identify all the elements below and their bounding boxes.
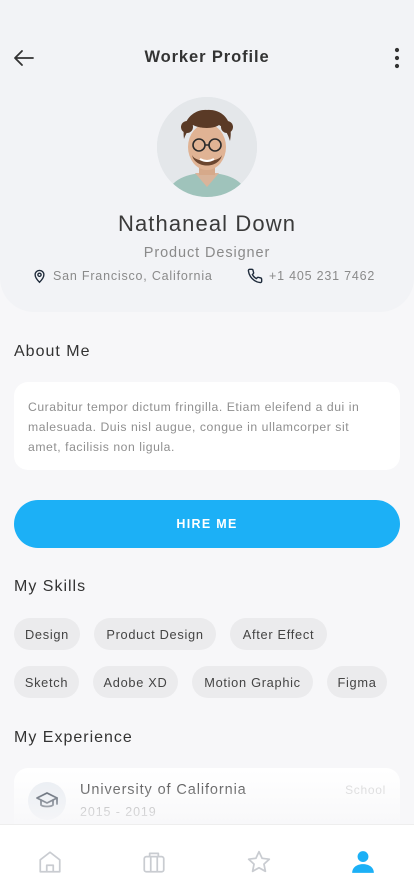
nav-favorites[interactable]: [244, 847, 274, 877]
skill-chip-after-effect[interactable]: After Effect: [230, 618, 327, 650]
skill-chip-figma[interactable]: Figma: [327, 666, 387, 698]
nav-home[interactable]: [35, 847, 65, 877]
star-icon: [247, 850, 271, 873]
map-pin-icon: [34, 269, 45, 284]
profile-icon: [352, 851, 374, 873]
experience-title-text: University of California: [80, 782, 247, 798]
phone-icon: [247, 268, 263, 284]
skill-chip-sketch[interactable]: Sketch: [14, 666, 79, 698]
skills-title: My Skills: [14, 578, 87, 595]
avatar: [157, 97, 257, 197]
phone-text: +1 405 231 7462: [269, 269, 376, 283]
profile-role: Product Designer: [143, 245, 271, 261]
profile-name: Nathaneal Down: [117, 211, 297, 236]
home-icon: [39, 851, 61, 873]
more-vertical-icon: [394, 47, 400, 69]
skill-chip-motion-graphic[interactable]: Motion Graphic: [192, 666, 313, 698]
more-options-button[interactable]: [382, 42, 412, 74]
nav-profile[interactable]: [348, 847, 378, 877]
about-title: About Me: [14, 343, 91, 360]
briefcase-icon: [143, 852, 165, 873]
experience-title: My Experience: [14, 729, 133, 746]
skill-chip-design[interactable]: Design: [14, 618, 80, 650]
skill-chip-adobe-xd[interactable]: Adobe XD: [93, 666, 178, 698]
location-text: San Francisco, California: [53, 269, 213, 283]
experience-years: 2015 - 2019: [80, 805, 157, 819]
skill-chip-product-design[interactable]: Product Design: [94, 618, 216, 650]
graduation-cap-icon: [28, 782, 66, 820]
about-text: Curabitur tempor dictum fringilla. Etiam…: [28, 400, 360, 454]
hire-me-button[interactable]: HIRE ME: [14, 500, 400, 548]
top-bar: Worker Profile: [0, 38, 414, 78]
experience-type: School: [345, 783, 386, 797]
about-card: Curabitur tempor dictum fringilla. Etiam…: [14, 382, 400, 470]
phone-info[interactable]: +1 405 231 7462: [247, 266, 375, 286]
nav-jobs[interactable]: [139, 847, 169, 877]
bottom-nav: [0, 824, 414, 896]
page-title: Worker Profile: [144, 48, 270, 66]
location-info: San Francisco, California: [32, 266, 213, 286]
